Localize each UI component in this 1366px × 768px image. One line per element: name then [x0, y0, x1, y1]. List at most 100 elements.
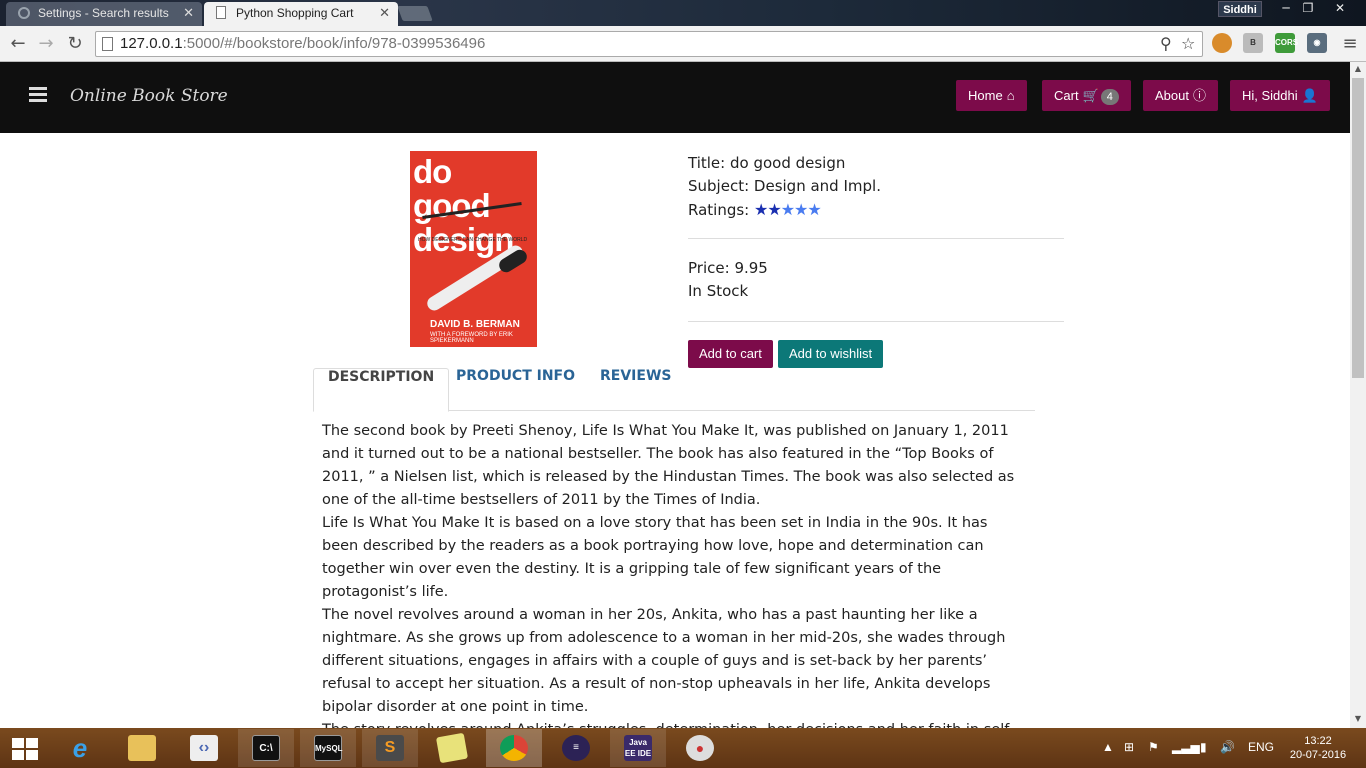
system-clock[interactable]: 13:22 20-07-2016	[1288, 734, 1348, 762]
cover-tagline: HOW DESIGNERS CAN CHANGE THE WORLD	[418, 237, 528, 243]
mysql-icon: MySQL	[314, 735, 343, 761]
user-button[interactable]: Hi, Siddhi 👤	[1230, 80, 1330, 111]
brand-title[interactable]: Online Book Store	[70, 86, 228, 106]
taskbar-internet-explorer-icon[interactable]: e	[52, 729, 108, 767]
tab-strip: Settings - Search results ✕ Python Shopp…	[0, 0, 1366, 26]
forward-arrow-icon[interactable]: →	[34, 32, 58, 56]
windows-start-icon[interactable]	[12, 738, 38, 760]
sublime-icon: S	[376, 735, 404, 761]
taskbar-file-explorer-icon[interactable]	[114, 729, 170, 767]
extension-icon-cors[interactable]: CORS	[1275, 33, 1298, 53]
book-price-block: Price: 9.95 In Stock	[688, 257, 1064, 303]
book-subject-row: Subject: Design and Impl.	[688, 177, 881, 195]
book-price: 9.95	[734, 259, 768, 277]
chrome-menu-icon[interactable]: ≡	[1338, 32, 1362, 56]
address-bar[interactable]: 127.0.0.1:5000/#/bookstore/book/info/978…	[95, 31, 1203, 57]
home-icon: ⌂	[1006, 88, 1015, 103]
star-filled-icon: ★	[754, 200, 768, 219]
about-label: About	[1155, 88, 1189, 103]
clock-time: 13:22	[1304, 735, 1332, 747]
new-tab-button[interactable]	[397, 6, 433, 21]
cart-icon: 🛒	[1082, 88, 1099, 103]
tab-reviews[interactable]: REVIEWS	[586, 368, 685, 411]
book-title: do good design	[729, 154, 846, 172]
volume-icon[interactable]: 🔊	[1220, 740, 1235, 754]
gear-icon	[18, 7, 30, 19]
star-empty-icon: ★	[807, 200, 821, 219]
taskbar-visual-studio-icon[interactable]: ‹›	[176, 729, 232, 767]
eclipse-icon: ≡	[562, 735, 590, 761]
product-tabs: DESCRIPTION PRODUCT INFO REVIEWS	[313, 368, 1035, 412]
taskbar-eclipse-icon[interactable]: ≡	[548, 729, 604, 767]
taskbar-chrome-icon[interactable]	[486, 729, 542, 767]
folder-icon	[128, 735, 156, 761]
bookmark-star-icon[interactable]: ☆	[1181, 34, 1195, 53]
profile-button[interactable]: Siddhi	[1218, 1, 1262, 17]
show-hidden-icons-icon[interactable]: ▲	[1102, 740, 1114, 754]
scroll-down-icon[interactable]: ▼	[1350, 714, 1366, 723]
restore-icon[interactable]: ❐	[1294, 0, 1322, 18]
extension-icon-b[interactable]: B	[1243, 33, 1263, 53]
star-empty-icon: ★	[794, 200, 808, 219]
description-paragraph: The second book by Preeti Shenoy, Life I…	[322, 423, 1015, 508]
action-center-flag-icon[interactable]: ⚑	[1148, 740, 1159, 754]
user-icon: 👤	[1301, 88, 1318, 103]
language-indicator[interactable]: ENG	[1248, 740, 1274, 754]
tab-description[interactable]: DESCRIPTION	[313, 368, 450, 412]
book-subject: Design and Impl.	[753, 177, 881, 195]
taskbar-java-ee-icon[interactable]: Java EE IDE	[610, 729, 666, 767]
cover-foreword: WITH A FOREWORD BY ERIK SPIEKERMANN	[430, 332, 513, 344]
taskbar-sublime-icon[interactable]: S	[362, 729, 418, 767]
star-empty-icon: ★	[780, 200, 795, 219]
java-ee-ide-icon: Java EE IDE	[624, 735, 652, 761]
book-info: Title: do good design Subject: Design an…	[688, 152, 1064, 222]
browser-tab-settings[interactable]: Settings - Search results ✕	[6, 2, 202, 26]
cart-button[interactable]: Cart 🛒 4	[1042, 80, 1131, 111]
zoom-icon[interactable]: ⚲	[1160, 34, 1172, 53]
note-icon	[435, 732, 469, 764]
network-signal-icon[interactable]: ▂▃▅	[1172, 740, 1200, 754]
close-window-icon[interactable]: ✕	[1326, 0, 1354, 18]
user-label: Hi, Siddhi	[1242, 88, 1298, 103]
battery-icon[interactable]: ▮	[1200, 740, 1207, 754]
close-tab-icon[interactable]: ✕	[183, 2, 194, 24]
taskbar-paint-icon[interactable]: ●	[672, 729, 728, 767]
add-to-wishlist-button[interactable]: Add to wishlist	[778, 340, 884, 368]
close-tab-icon[interactable]: ✕	[379, 2, 390, 24]
hamburger-menu-icon[interactable]	[29, 87, 47, 103]
taskbar-sticky-notes-icon[interactable]	[424, 729, 480, 767]
page-icon	[102, 37, 113, 51]
terminal-icon: C:\	[252, 735, 280, 761]
home-label: Home	[968, 88, 1003, 103]
stock-status: In Stock	[688, 282, 749, 300]
add-to-cart-button[interactable]: Add to cart	[688, 340, 773, 368]
extension-icon-head[interactable]	[1212, 33, 1232, 53]
scroll-up-icon[interactable]: ▲	[1350, 64, 1366, 73]
page-icon	[216, 6, 226, 19]
description-paragraph: The novel revolves around a woman in her…	[322, 607, 1006, 715]
rating-stars-icon: ★★★★★	[754, 200, 822, 219]
browser-toolbar: ← → ↻ 127.0.0.1:5000/#/bookstore/book/in…	[0, 26, 1366, 62]
back-arrow-icon[interactable]: ←	[6, 32, 30, 56]
book-price-row: Price: 9.95	[688, 259, 768, 277]
windows-taskbar: e ‹› C:\ MySQL S ≡ Java EE IDE ● ▲ ⊞ ⚑ ▂…	[0, 728, 1366, 768]
scrollbar-thumb[interactable]	[1352, 78, 1364, 378]
chrome-icon	[500, 735, 528, 761]
page-scrollbar[interactable]: ▲ ▼	[1350, 62, 1366, 728]
cart-count-badge: 4	[1100, 89, 1119, 105]
cart-label: Cart	[1054, 88, 1079, 103]
code-icon: ‹›	[190, 735, 218, 761]
tab-product-info[interactable]: PRODUCT INFO	[442, 368, 589, 411]
ie-icon: e	[72, 733, 88, 763]
clock-date: 20-07-2016	[1289, 749, 1347, 761]
browser-tab-shopping-cart[interactable]: Python Shopping Cart ✕	[204, 2, 398, 26]
windows-tray-icon[interactable]: ⊞	[1124, 740, 1134, 754]
about-button[interactable]: About ⓘ	[1143, 80, 1218, 111]
reload-icon[interactable]: ↻	[63, 32, 87, 56]
taskbar-mysql-icon[interactable]: MySQL	[300, 729, 356, 767]
extension-icon-eye[interactable]: ◉	[1307, 33, 1327, 53]
paint-palette-icon: ●	[686, 735, 714, 761]
taskbar-cmd-icon[interactable]: C:\	[238, 729, 294, 767]
home-button[interactable]: Home ⌂	[956, 80, 1027, 111]
description-text: The second book by Preeti Shenoy, Life I…	[322, 420, 1027, 765]
